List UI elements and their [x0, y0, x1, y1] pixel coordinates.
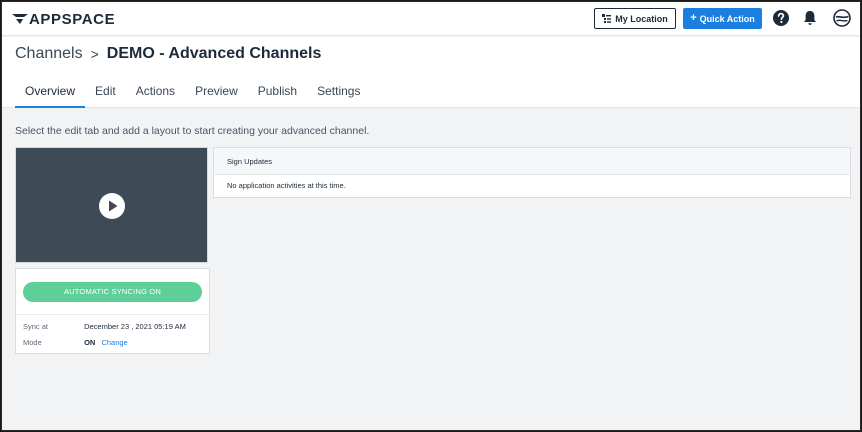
logo-mark-icon: [12, 14, 28, 24]
page-title: DEMO - Advanced Channels: [106, 45, 322, 62]
sign-updates-panel: Sign Updates No application activities a…: [213, 147, 851, 198]
top-bar: APPSPACE My Location + Quick Action: [2, 2, 860, 36]
sign-updates-title: Sign Updates: [214, 148, 850, 175]
sync-at-label: Sync at: [23, 322, 49, 331]
my-location-button[interactable]: My Location: [594, 8, 676, 29]
change-mode-link[interactable]: Change: [101, 338, 127, 347]
logo-text: APPSPACE: [29, 10, 116, 28]
sync-at-value: December 23 , 2021 05:19 AM: [84, 322, 186, 331]
tab-publish[interactable]: Publish: [248, 82, 307, 108]
tab-edit[interactable]: Edit: [85, 82, 126, 108]
tab-bar: Overview Edit Actions Preview Publish Se…: [15, 82, 370, 108]
quick-action-button[interactable]: + Quick Action: [683, 8, 762, 29]
mode-value: ON: [84, 338, 96, 347]
automatic-syncing-button[interactable]: AUTOMATIC SYNCING ON: [23, 282, 202, 302]
divider: [16, 314, 209, 315]
breadcrumb-channels-link[interactable]: Channels: [15, 45, 83, 63]
appspace-logo[interactable]: APPSPACE: [12, 10, 115, 28]
bell-icon[interactable]: [801, 9, 819, 27]
breadcrumb: Channels > DEMO - Advanced Channels: [15, 45, 321, 63]
location-tree-icon: [602, 14, 612, 23]
help-circle-icon[interactable]: [772, 9, 790, 27]
my-location-label: My Location: [615, 13, 668, 24]
channel-preview-player[interactable]: [15, 147, 208, 263]
plus-icon: +: [690, 12, 697, 24]
tab-settings[interactable]: Settings: [307, 82, 370, 108]
intro-text: Select the edit tab and add a layout to …: [15, 125, 370, 137]
tab-preview[interactable]: Preview: [185, 82, 248, 108]
mode-row: Mode ON Change: [23, 338, 128, 347]
title-bar: Channels > DEMO - Advanced Channels Over…: [2, 37, 860, 108]
chevron-right-icon: >: [90, 46, 99, 62]
play-icon[interactable]: [99, 193, 125, 219]
quick-action-label: Quick Action: [699, 13, 755, 24]
tab-actions[interactable]: Actions: [126, 82, 185, 108]
sync-at-row: Sync at December 23 , 2021 05:19 AM: [23, 322, 186, 331]
mode-label: Mode: [23, 338, 42, 347]
app-window: APPSPACE My Location + Quick Action Chan…: [1, 1, 861, 431]
sync-card: AUTOMATIC SYNCING ON Sync at December 23…: [15, 268, 210, 354]
profile-globe-icon[interactable]: [833, 9, 851, 27]
tab-overview[interactable]: Overview: [15, 82, 86, 108]
sign-updates-message: No application activities at this time.: [227, 181, 346, 190]
